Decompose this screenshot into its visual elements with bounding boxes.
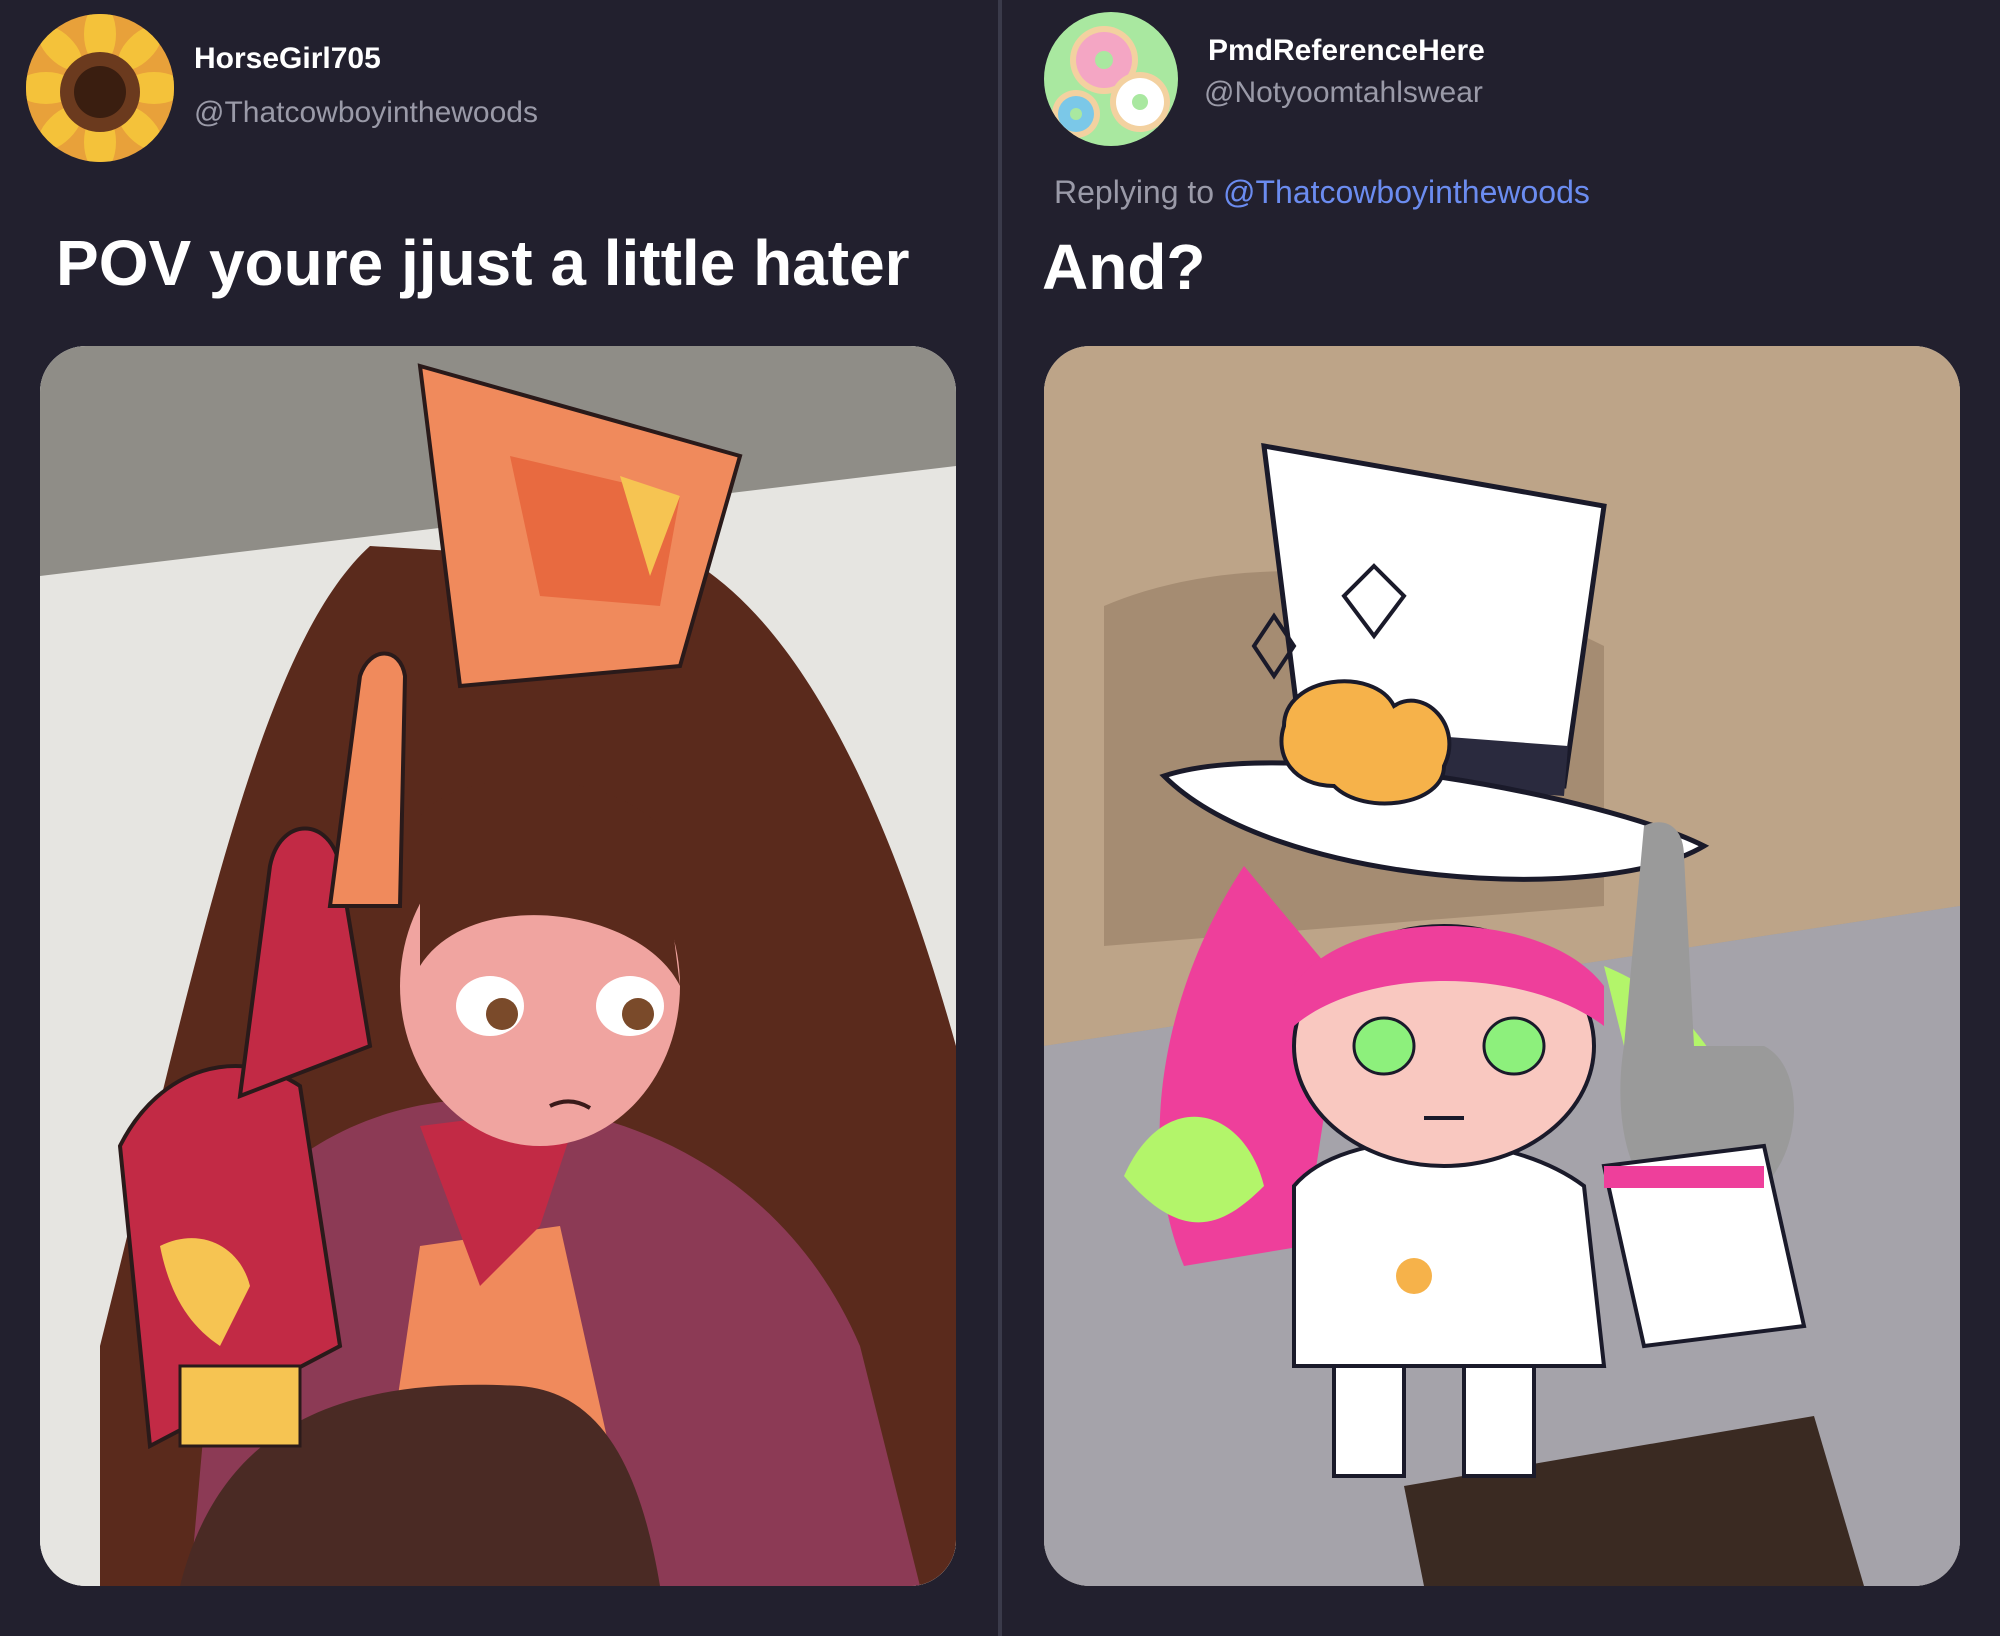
user-handle[interactable]: @Notyoomtahlswear	[1204, 76, 1483, 110]
display-name[interactable]: PmdReferenceHere	[1208, 34, 1485, 68]
tweet-text: And?	[1042, 231, 1206, 303]
tophat-character-photo-image[interactable]	[1044, 346, 1960, 1586]
donuts-avatar[interactable]	[1044, 12, 1178, 146]
reply-to-handle-link[interactable]: @Thatcowboyinthewoods	[1223, 174, 1590, 210]
replying-to-line: Replying to @Thatcowboyinthewoods	[1054, 174, 1590, 211]
sunflower-avatar[interactable]	[26, 14, 174, 162]
left-tweet: HorseGirl705 @Thatcowboyinthewoods POV y…	[0, 0, 998, 1636]
display-name[interactable]: HorseGirl705	[194, 42, 381, 76]
replying-to-label: Replying to	[1054, 174, 1215, 210]
tweet-text: POV youre jjust a little hater	[56, 227, 910, 299]
user-handle[interactable]: @Thatcowboyinthewoods	[194, 96, 538, 130]
right-tweet: PmdReferenceHere @Notyoomtahlswear Reply…	[1002, 0, 2000, 1636]
cowgirl-illustration-image[interactable]	[40, 346, 956, 1586]
